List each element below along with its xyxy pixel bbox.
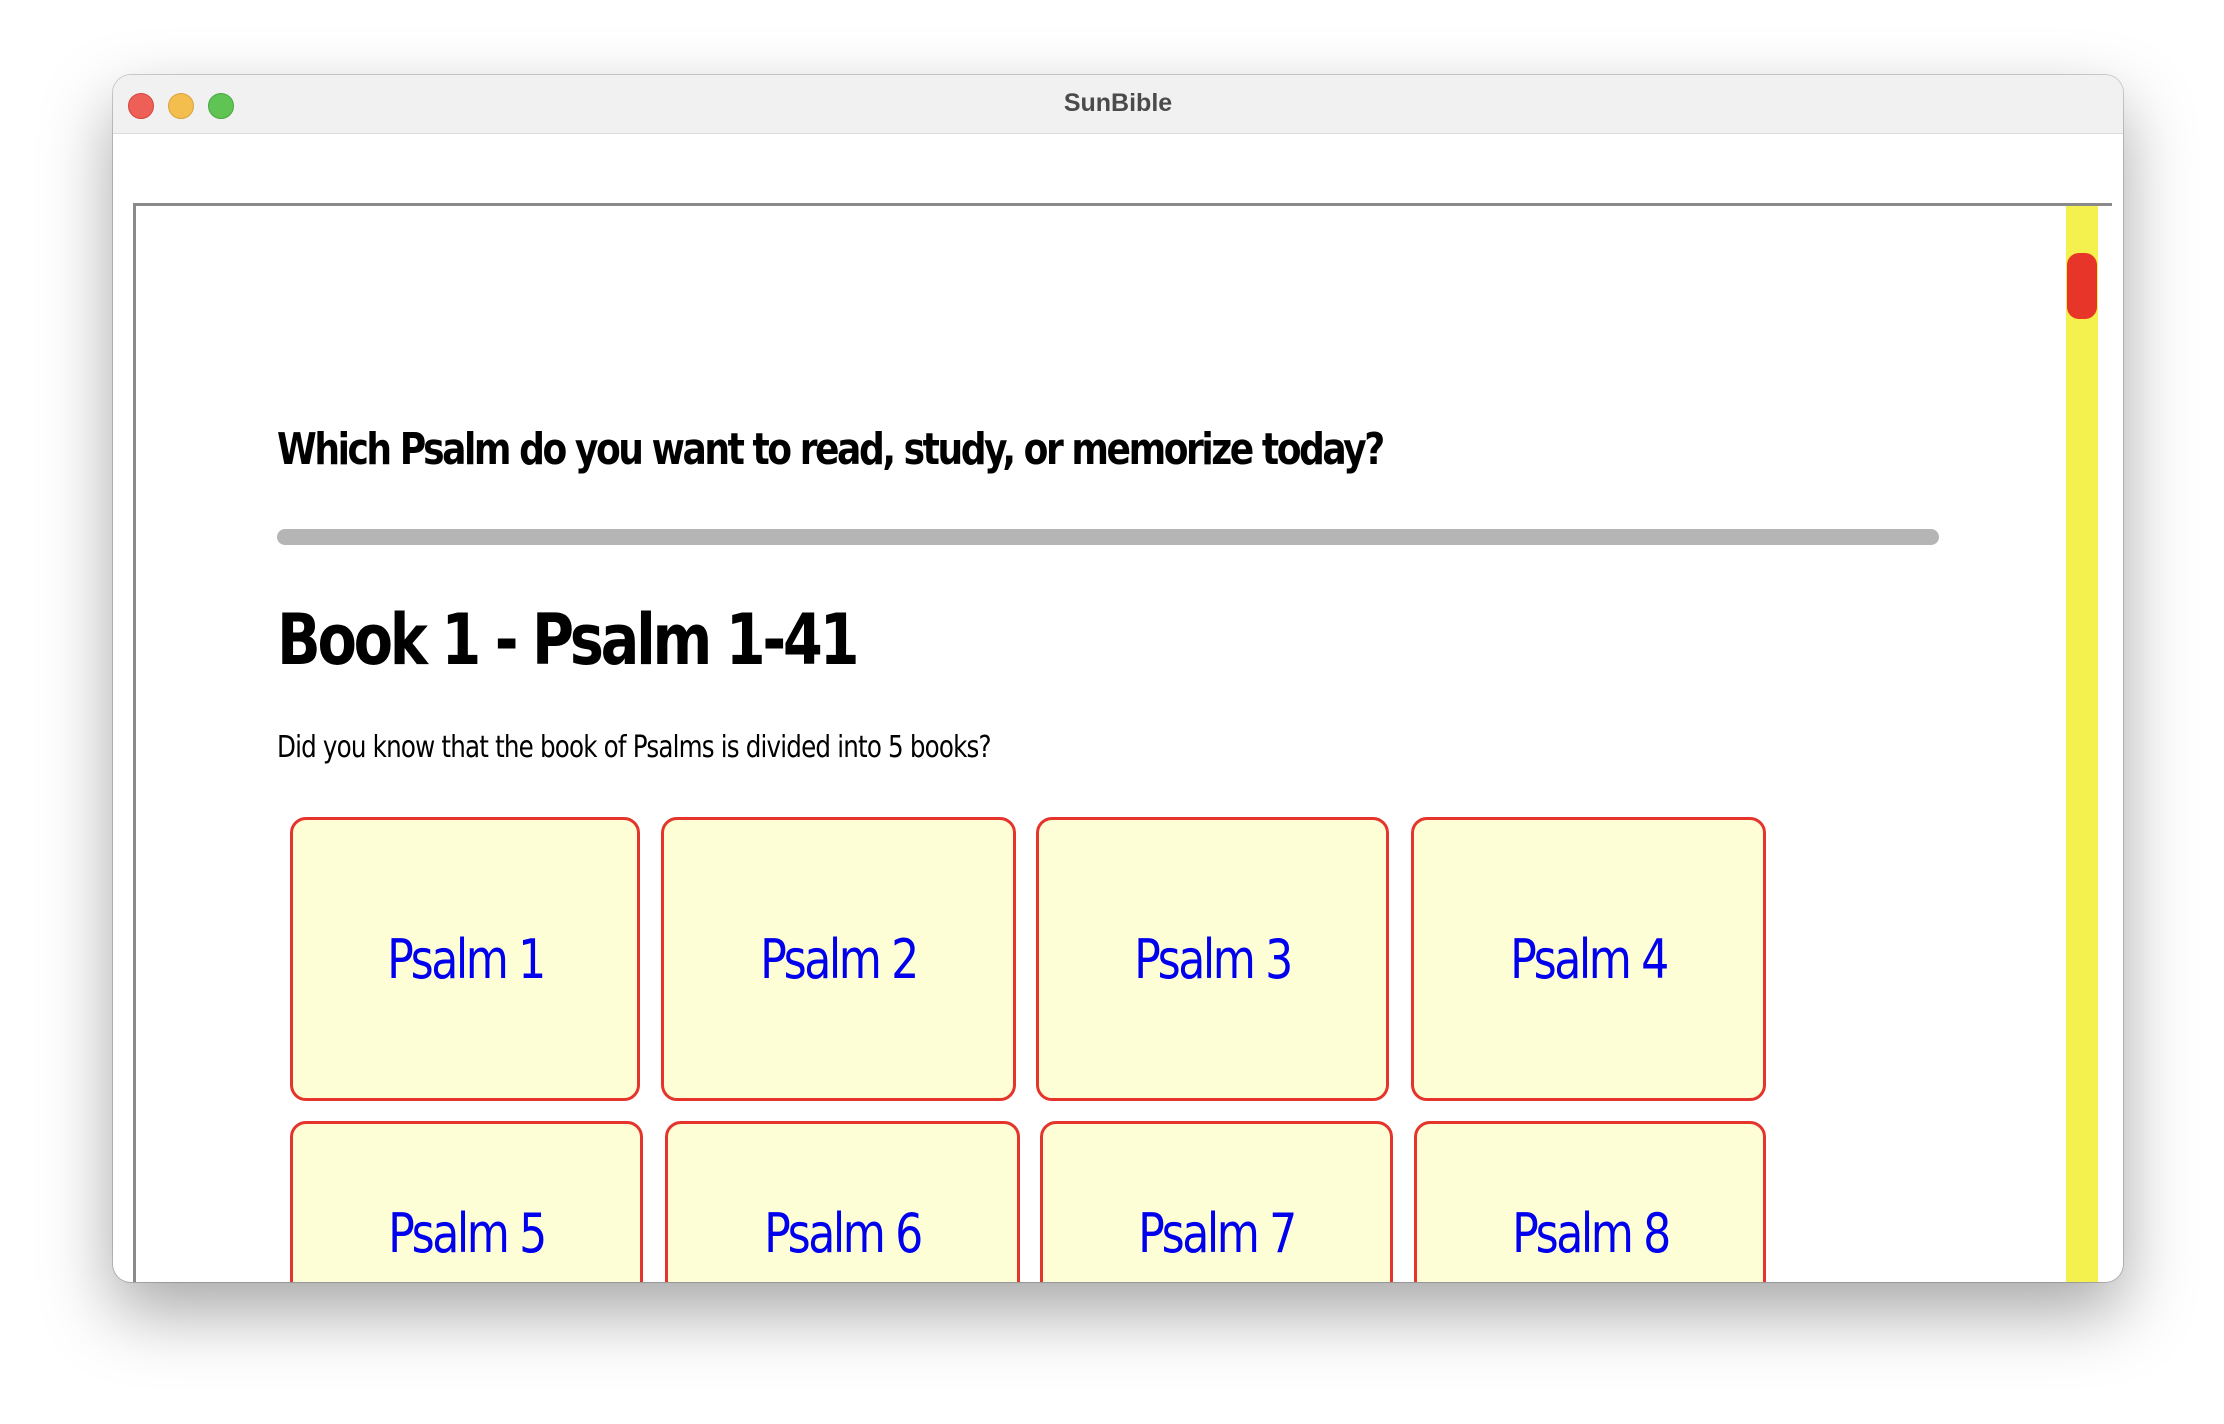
psalm-link[interactable]: Psalm 6 (764, 1202, 923, 1265)
title-bar: SunBible (113, 75, 2123, 134)
page-question: Which Psalm do you want to read, study, … (277, 424, 1385, 475)
book-heading: Book 1 - Psalm 1-41 (277, 599, 860, 681)
psalm-index-page: Which Psalm do you want to read, study, … (136, 206, 2066, 1282)
psalm-link[interactable]: Psalm 1 (387, 928, 546, 991)
content-frame: Which Psalm do you want to read, study, … (133, 203, 2112, 1282)
scrollbar-thumb[interactable] (2067, 253, 2097, 319)
psalm-card-3[interactable]: Psalm 3 (1036, 817, 1389, 1101)
psalm-card-5[interactable]: Psalm 5 (290, 1121, 643, 1282)
vertical-scrollbar[interactable] (2066, 206, 2098, 1282)
psalm-link[interactable]: Psalm 7 (1138, 1202, 1297, 1265)
divider-bar (277, 529, 1939, 545)
book-fact-text: Did you know that the book of Psalms is … (277, 730, 992, 765)
psalm-card-6[interactable]: Psalm 6 (665, 1121, 1020, 1282)
app-window: SunBible SunBible Life of Jesus How to g… (113, 75, 2123, 1282)
psalm-card-8[interactable]: Psalm 8 (1414, 1121, 1766, 1282)
psalm-link[interactable]: Psalm 8 (1512, 1202, 1671, 1265)
psalm-card-2[interactable]: Psalm 2 (661, 817, 1016, 1101)
psalm-link[interactable]: Psalm 4 (1510, 928, 1669, 991)
psalm-card-4[interactable]: Psalm 4 (1411, 817, 1766, 1101)
psalm-link[interactable]: Psalm 5 (388, 1202, 547, 1265)
psalm-card-1[interactable]: Psalm 1 (290, 817, 640, 1101)
psalm-link[interactable]: Psalm 3 (1134, 928, 1293, 991)
psalm-link[interactable]: Psalm 2 (760, 928, 919, 991)
window-title: SunBible (1063, 89, 1173, 117)
psalm-card-7[interactable]: Psalm 7 (1040, 1121, 1393, 1282)
